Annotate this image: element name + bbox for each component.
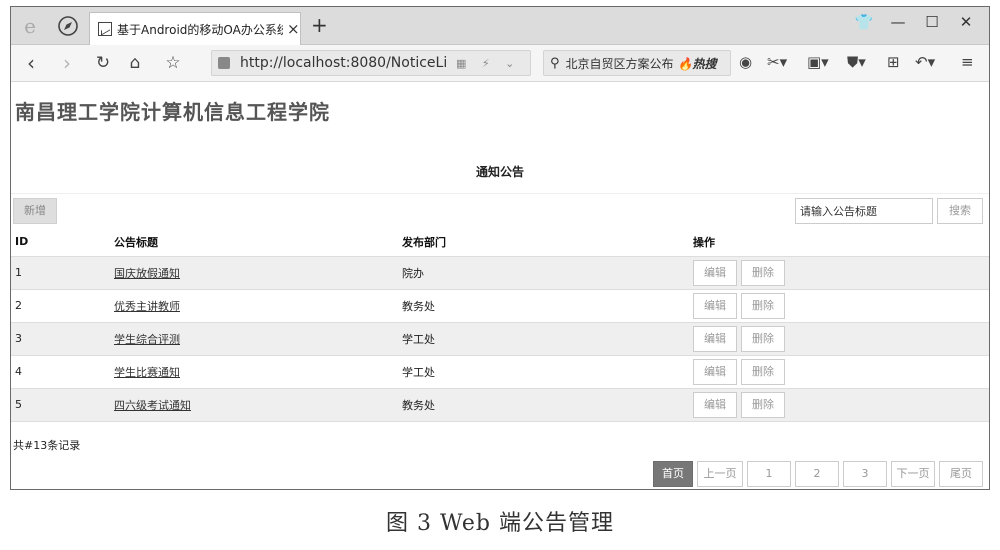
pager-page-2[interactable]: 2: [795, 461, 839, 487]
table-row: 4 学生比赛通知 学工处 编辑 删除: [11, 355, 989, 389]
forward-icon[interactable]: ›: [55, 51, 79, 75]
tab-close-icon[interactable]: ×: [287, 20, 300, 38]
compass-icon[interactable]: [57, 15, 79, 37]
pager-page-1[interactable]: 1: [747, 461, 791, 487]
reload-icon[interactable]: ↻: [91, 51, 115, 75]
shield-icon[interactable]: ⛊▾: [847, 53, 866, 71]
pager-first[interactable]: 首页: [653, 461, 693, 487]
table-row: 2 优秀主讲教师 教务处 编辑 删除: [11, 289, 989, 323]
table-header: ID 公告标题 发布部门 操作: [11, 228, 989, 257]
address-tools-icon[interactable]: ▦ ⚡ ⌄: [456, 57, 520, 70]
record-icon[interactable]: ◉: [739, 53, 752, 71]
security-icon: [218, 57, 230, 69]
col-header-id: ID: [11, 228, 110, 257]
page-content: 南昌理工学院计算机信息工程学院 通知公告 新增 搜索 ID 公告标题 发布部门 …: [11, 83, 989, 489]
shirt-icon[interactable]: 👕: [849, 13, 879, 31]
tab-title: 基于Android的移动OA办公系统: [117, 22, 283, 37]
cell-id: 3: [11, 322, 110, 356]
svg-text:e: e: [24, 15, 36, 37]
notice-search-input[interactable]: [795, 198, 933, 224]
table-row: 5 四六级考试通知 教务处 编辑 删除: [11, 388, 989, 422]
search-engine-box[interactable]: ⚲ 北京自贸区方案公布 🔥热搜: [543, 50, 731, 76]
edit-button[interactable]: 编辑: [693, 292, 737, 319]
notice-title-link[interactable]: 四六级考试通知: [114, 399, 191, 412]
cell-dept: 教务处: [398, 289, 689, 323]
delete-button[interactable]: 删除: [741, 292, 785, 319]
school-title: 南昌理工学院计算机信息工程学院: [15, 100, 330, 124]
col-header-actions: 操作: [689, 228, 989, 257]
browser-logo-icon: e: [24, 15, 36, 37]
undo-icon[interactable]: ↶▾: [915, 53, 935, 71]
pager-next[interactable]: 下一页: [891, 461, 935, 487]
notice-title-link[interactable]: 学生比赛通知: [114, 366, 180, 379]
search-icon: ⚲: [550, 55, 560, 71]
nav-bar: ‹ › ↻ ⌂ ☆ http://localhost:8080/NoticeLi…: [11, 45, 989, 82]
delete-button[interactable]: 删除: [741, 325, 785, 352]
close-window-button[interactable]: ✕: [951, 13, 981, 31]
cell-id: 4: [11, 355, 110, 389]
search-query[interactable]: 北京自贸区方案公布: [566, 55, 674, 72]
minimize-button[interactable]: —: [883, 13, 913, 31]
table-row: 3 学生综合评测 学工处 编辑 删除: [11, 322, 989, 356]
col-header-dept: 发布部门: [398, 228, 689, 257]
add-button[interactable]: 新增: [13, 198, 57, 224]
cell-dept: 学工处: [398, 322, 689, 356]
pager-page-3[interactable]: 3: [843, 461, 887, 487]
browser-window: e 基于Android的移动OA办公系统 × + 👕 — ☐ ✕ ‹ › ↻ ⌂…: [10, 6, 990, 490]
cell-dept: 教务处: [398, 388, 689, 422]
divider: [11, 193, 989, 194]
cell-id: 1: [11, 256, 110, 290]
tab-active[interactable]: 基于Android的移动OA办公系统 ×: [89, 12, 301, 45]
translate-icon[interactable]: ▣▾: [807, 53, 829, 71]
address-bar[interactable]: http://localhost:8080/NoticeList.htm ▦ ⚡…: [211, 50, 531, 76]
cell-dept: 学工处: [398, 355, 689, 389]
cell-id: 5: [11, 388, 110, 422]
notice-title-link[interactable]: 学生综合评测: [114, 333, 180, 346]
delete-button[interactable]: 删除: [741, 391, 785, 418]
page-favicon-icon: [98, 22, 112, 36]
hot-search-label[interactable]: 🔥热搜: [678, 55, 717, 72]
pager-last[interactable]: 尾页: [939, 461, 983, 487]
cell-id: 2: [11, 289, 110, 323]
search-button[interactable]: 搜索: [937, 198, 983, 224]
table-row: 1 国庆放假通知 院办 编辑 删除: [11, 256, 989, 290]
edit-button[interactable]: 编辑: [693, 391, 737, 418]
home-icon[interactable]: ⌂: [123, 51, 147, 75]
page-heading: 通知公告: [475, 165, 524, 179]
delete-button[interactable]: 删除: [741, 259, 785, 286]
star-icon[interactable]: ☆: [161, 51, 185, 75]
cell-dept: 院办: [398, 256, 689, 290]
notice-title-link[interactable]: 优秀主讲教师: [114, 300, 180, 313]
figure-caption: 图 3 Web 端公告管理: [386, 511, 614, 536]
record-count: 共#13条记录: [13, 439, 81, 452]
notice-table: ID 公告标题 发布部门 操作 1 国庆放假通知 院办 编辑 删除 2 优秀主讲教…: [11, 228, 989, 422]
menu-icon[interactable]: ≡: [961, 53, 974, 71]
tab-bar: e 基于Android的移动OA办公系统 × + 👕 — ☐ ✕: [11, 7, 989, 45]
new-tab-button[interactable]: +: [311, 13, 328, 37]
grid-icon[interactable]: ⊞: [887, 53, 900, 71]
delete-button[interactable]: 删除: [741, 358, 785, 385]
notice-title-link[interactable]: 国庆放假通知: [114, 267, 180, 280]
maximize-button[interactable]: ☐: [917, 13, 947, 31]
col-header-title: 公告标题: [110, 228, 398, 257]
pager-prev[interactable]: 上一页: [697, 461, 743, 487]
edit-button[interactable]: 编辑: [693, 325, 737, 352]
edit-button[interactable]: 编辑: [693, 358, 737, 385]
edit-button[interactable]: 编辑: [693, 259, 737, 286]
scissors-icon[interactable]: ✂▾: [767, 53, 787, 71]
back-icon[interactable]: ‹: [19, 51, 43, 75]
url-text[interactable]: http://localhost:8080/NoticeList.htm: [240, 55, 448, 71]
